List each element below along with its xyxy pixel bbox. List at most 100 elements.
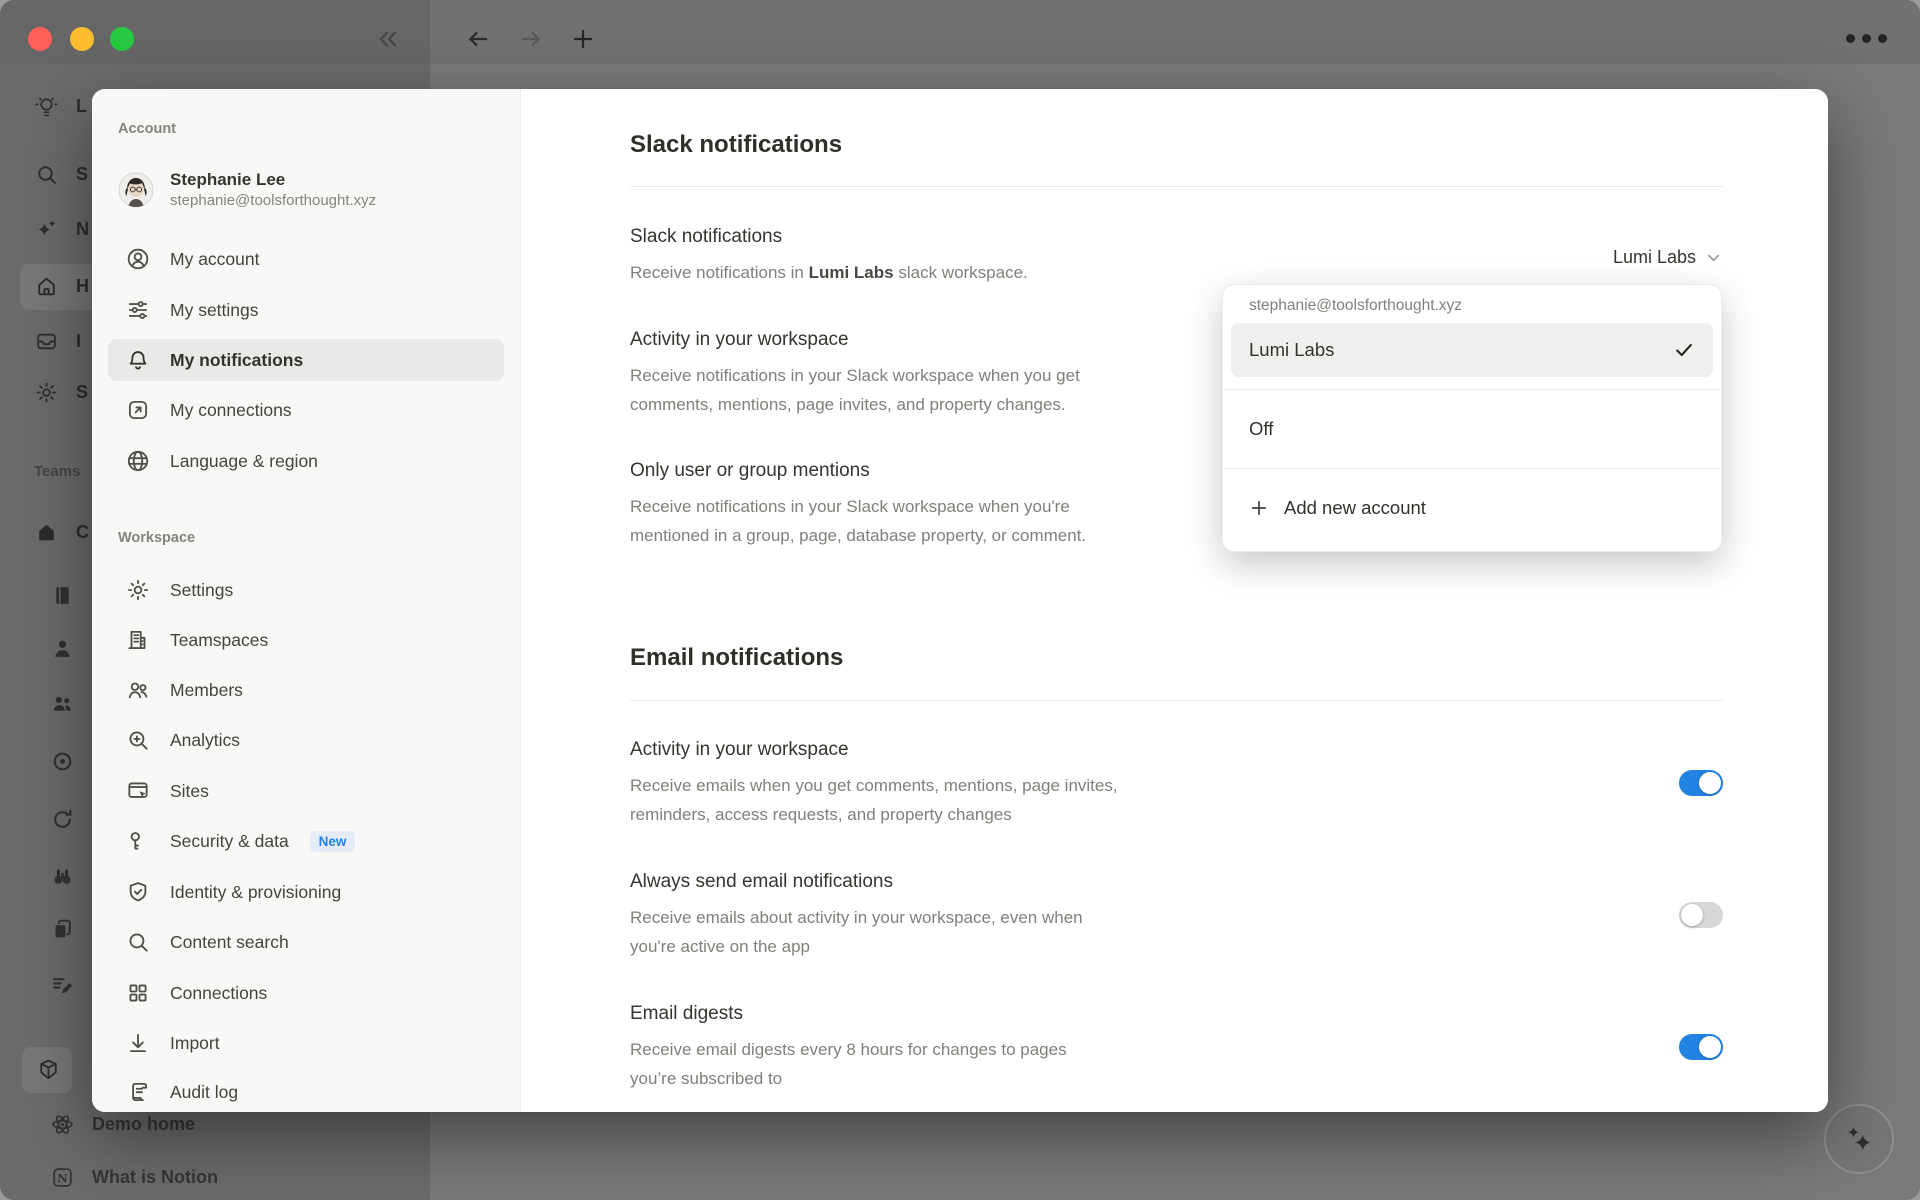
slack-notifications-row: Slack notifications Receive notification… <box>630 223 1723 287</box>
traffic-light-close[interactable] <box>28 27 52 51</box>
sidebar-item-sites[interactable]: Sites <box>108 770 504 812</box>
sidebar-item-security-data[interactable]: Security & data New <box>108 820 504 862</box>
dropdown-option-off[interactable]: Off <box>1231 402 1713 456</box>
sidebar-item-label: My account <box>170 249 259 270</box>
account-user: Stephanie Lee stephanie@toolsforthought.… <box>118 169 376 211</box>
description-line: you’re subscribed to <box>630 1064 1723 1093</box>
sidebar-item-label: What is Notion <box>92 1167 218 1188</box>
email-activity-toggle[interactable] <box>1679 770 1723 796</box>
dropdown-option-lumi-labs[interactable]: Lumi Labs <box>1231 323 1713 377</box>
sidebar-page-cube[interactable] <box>36 1057 61 1082</box>
traffic-light-zoom[interactable] <box>110 27 134 51</box>
sidebar-item-my-account[interactable]: My account <box>108 238 504 280</box>
sidebar-item-label: Security & data <box>170 831 289 852</box>
dropdown-account-email: stephanie@toolsforthought.xyz <box>1249 297 1695 315</box>
magnifier-icon <box>125 929 151 955</box>
sidebar-page-compose[interactable] <box>50 973 75 998</box>
sidebar-page-progress[interactable] <box>50 807 75 832</box>
inbox-icon <box>34 329 59 354</box>
sidebar-item-label: Audit log <box>170 1082 238 1103</box>
sidebar-team-item[interactable]: C <box>34 520 89 545</box>
book-icon <box>50 583 75 608</box>
sidebar-page-person[interactable] <box>50 636 75 661</box>
back-icon[interactable] <box>465 26 491 52</box>
ai-sparkle-button[interactable] <box>1824 1104 1894 1174</box>
slack-notifications-heading: Slack notifications <box>630 131 1723 159</box>
sidebar-page-target[interactable] <box>50 749 75 774</box>
notion-window: L S N H I S Teams C <box>0 0 1920 1200</box>
settings-modal: Account Stephanie Le <box>92 89 1828 1112</box>
sidebar-item-learn[interactable]: L <box>34 94 87 119</box>
sidebar-page-members[interactable] <box>50 691 75 716</box>
sidebar-page-pages[interactable] <box>50 917 75 942</box>
sidebar-page-book[interactable] <box>50 583 75 608</box>
sidebar-item-connections[interactable]: Connections <box>108 972 504 1014</box>
sidebar-item-audit-log[interactable]: Audit log <box>108 1071 504 1113</box>
more-menu-icon[interactable] <box>1846 34 1887 43</box>
sidebar-item-notion-ai[interactable]: N <box>34 217 89 242</box>
person-circle-icon <box>125 246 151 272</box>
gear-icon <box>125 577 151 603</box>
sparkles-icon <box>34 217 59 242</box>
sidebar-item-home[interactable]: H <box>34 274 89 299</box>
sidebar-item-settings[interactable]: S <box>34 380 88 405</box>
dropdown-add-new-account[interactable]: Add new account <box>1231 481 1713 535</box>
setting-title: Email digests <box>630 1000 1723 1028</box>
account-section-label: Account <box>118 121 176 137</box>
always-send-email-toggle[interactable] <box>1679 902 1723 928</box>
sidebar-page-explore[interactable] <box>50 864 75 889</box>
sidebar-item-settings[interactable]: Settings <box>108 569 504 611</box>
sidebar-item-content-search[interactable]: Content search <box>108 921 504 963</box>
people-icon <box>50 691 75 716</box>
globe-icon <box>125 448 151 474</box>
compose-icon <box>50 973 75 998</box>
arrow-up-right-square-icon <box>125 397 151 423</box>
binoculars-icon <box>50 864 75 889</box>
sidebar-item-label: Content search <box>170 932 289 953</box>
new-tab-icon[interactable] <box>570 26 596 52</box>
sidebar-item-label: Connections <box>170 983 267 1004</box>
building-icon <box>125 627 151 653</box>
option-label: Lumi Labs <box>1249 339 1334 361</box>
sidebar-item-language-region[interactable]: Language & region <box>108 440 504 482</box>
sidebar-item-search[interactable]: S <box>34 162 88 187</box>
sidebar-item-my-notifications[interactable]: My notifications <box>108 339 504 381</box>
atom-icon <box>50 1112 75 1137</box>
sidebar-label-fragment: L <box>76 96 87 117</box>
toggle-knob <box>1699 1036 1721 1058</box>
sidebar-label-fragment: S <box>76 382 88 403</box>
slack-workspace-select[interactable]: Lumi Labs <box>1613 247 1723 268</box>
plus-icon <box>1249 498 1269 518</box>
sidebar-item-label: Analytics <box>170 730 240 751</box>
sidebar-item-what-is-notion[interactable]: N What is Notion <box>50 1165 218 1190</box>
sidebar-item-demo-home[interactable]: Demo home <box>50 1112 195 1137</box>
setting-description: Receive emails about activity in your wo… <box>630 903 1723 961</box>
sidebar-item-identity-provisioning[interactable]: Identity & provisioning <box>108 871 504 913</box>
sidebar-item-import[interactable]: Import <box>108 1022 504 1064</box>
forward-icon[interactable] <box>518 26 544 52</box>
sidebar-item-label: Language & region <box>170 451 318 472</box>
sidebar-item-analytics[interactable]: Analytics <box>108 719 504 761</box>
sidebar-item-my-connections[interactable]: My connections <box>108 389 504 431</box>
option-label: Off <box>1249 418 1273 440</box>
sidebar-item-label: Identity & provisioning <box>170 882 341 903</box>
browser-icon <box>125 778 151 804</box>
sidebar-item-members[interactable]: Members <box>108 669 504 711</box>
key-icon <box>125 828 151 854</box>
sidebar-item-inbox[interactable]: I <box>34 329 81 354</box>
divider <box>1223 468 1721 469</box>
shield-check-icon <box>125 879 151 905</box>
chevron-down-icon <box>1704 248 1723 267</box>
sidebar-item-my-settings[interactable]: My settings <box>108 289 504 331</box>
traffic-light-minimize[interactable] <box>70 27 94 51</box>
people-icon <box>125 677 151 703</box>
user-email: stephanie@toolsforthought.xyz <box>170 191 376 211</box>
email-digests-toggle[interactable] <box>1679 1034 1723 1060</box>
scroll-icon <box>125 1079 151 1105</box>
collapse-sidebar-icon[interactable] <box>375 26 401 52</box>
pages-icon <box>50 917 75 942</box>
gear-icon <box>34 380 59 405</box>
sidebar-item-teamspaces[interactable]: Teamspaces <box>108 619 504 661</box>
new-badge: New <box>310 831 356 852</box>
sidebar-item-label: Demo home <box>92 1114 195 1135</box>
